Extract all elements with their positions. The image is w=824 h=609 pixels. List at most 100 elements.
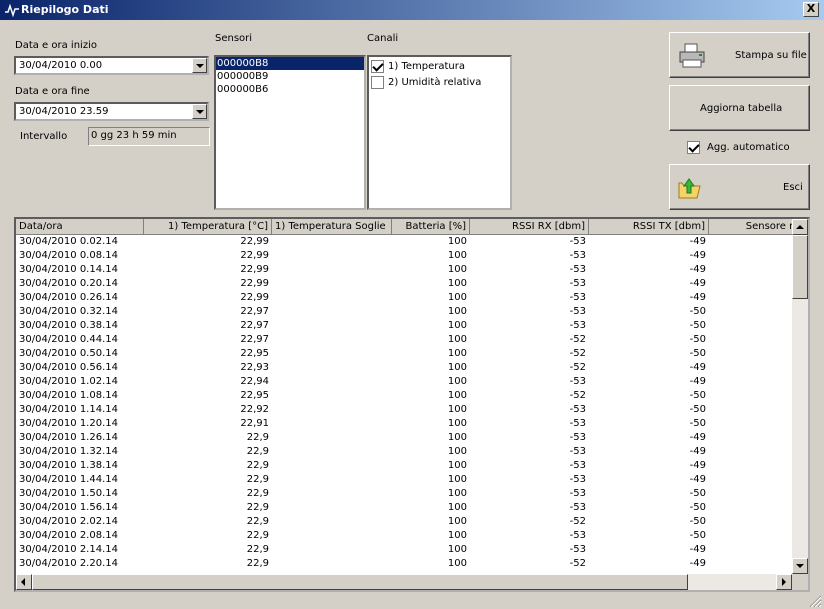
resize-grip-icon[interactable] <box>808 594 822 607</box>
start-date-dropdown-icon[interactable] <box>192 58 207 73</box>
auto-update-checkbox[interactable]: Agg. automatico <box>687 139 790 155</box>
cell-sensor <box>709 389 792 403</box>
cell-datetime: 30/04/2010 1.56.14 <box>19 502 118 513</box>
cell-battery: 100 <box>447 362 467 373</box>
table-row[interactable]: 30/04/2010 1.02.14 22,94 100 -53 -49 <box>16 375 792 389</box>
cell-battery: 100 <box>447 376 467 387</box>
cell-temperature: 22,95 <box>240 348 269 359</box>
scroll-right-icon[interactable] <box>776 574 792 590</box>
cell-battery: 100 <box>447 320 467 331</box>
cell-datetime: 30/04/2010 1.20.14 <box>19 418 118 429</box>
cell-rssi-tx: -49 <box>689 278 706 289</box>
cell-rssi-rx: -53 <box>569 320 586 331</box>
table-row[interactable]: 30/04/2010 1.38.14 22,9 100 -53 -49 <box>16 459 792 473</box>
sensor-item[interactable]: 000000B8 <box>216 57 364 70</box>
column-header[interactable]: Sensore ma <box>709 219 792 235</box>
end-date-combo[interactable]: 30/04/2010 23.59 <box>14 102 209 121</box>
sensors-listbox[interactable]: 000000B8 000000B9 000000B6 <box>214 55 366 210</box>
start-date-combo[interactable]: 30/04/2010 0.00 <box>14 56 209 75</box>
sensor-item[interactable]: 000000B6 <box>216 83 364 96</box>
cell-threshold <box>272 403 392 417</box>
cell-battery: 100 <box>447 306 467 317</box>
cell-rssi-rx: -53 <box>569 530 586 541</box>
cell-datetime: 30/04/2010 1.32.14 <box>19 446 118 457</box>
cell-temperature: 22,92 <box>240 404 269 415</box>
cell-threshold <box>272 543 392 557</box>
cell-temperature: 22,9 <box>246 502 269 513</box>
exit-button-label: Esci <box>783 182 803 193</box>
cell-datetime: 30/04/2010 0.44.14 <box>19 334 118 345</box>
cell-datetime: 30/04/2010 2.08.14 <box>19 530 118 541</box>
table-row[interactable]: 30/04/2010 2.14.14 22,9 100 -53 -49 <box>16 543 792 557</box>
cell-threshold <box>272 277 392 291</box>
column-header[interactable]: RSSI TX [dbm] <box>589 219 709 235</box>
cell-temperature: 22,9 <box>246 432 269 443</box>
cell-rssi-tx: -50 <box>689 306 706 317</box>
refresh-table-button[interactable]: Aggiorna tabella <box>669 85 810 131</box>
scroll-down-icon[interactable] <box>792 558 808 574</box>
vertical-scrollbar[interactable] <box>792 219 808 574</box>
column-header[interactable]: RSSI RX [dbm] <box>470 219 589 235</box>
cell-sensor <box>709 347 792 361</box>
cell-sensor <box>709 291 792 305</box>
cell-sensor <box>709 529 792 543</box>
table-row[interactable]: 30/04/2010 0.50.14 22,95 100 -52 -50 <box>16 347 792 361</box>
table-row[interactable]: 30/04/2010 0.26.14 22,99 100 -53 -49 <box>16 291 792 305</box>
close-button[interactable]: X <box>803 2 819 17</box>
checkbox-icon[interactable] <box>371 59 384 73</box>
table-row[interactable]: 30/04/2010 0.02.14 22,99 100 -53 -49 <box>16 235 792 249</box>
table-row[interactable]: 30/04/2010 1.32.14 22,9 100 -53 -49 <box>16 445 792 459</box>
horizontal-scrollbar[interactable] <box>16 574 792 590</box>
cell-datetime: 30/04/2010 0.32.14 <box>19 306 118 317</box>
table-row[interactable]: 30/04/2010 2.02.14 22,9 100 -52 -50 <box>16 515 792 529</box>
cell-temperature: 22,95 <box>240 390 269 401</box>
exit-folder-icon <box>678 178 701 199</box>
print-to-file-button[interactable]: Stampa su file <box>669 32 810 78</box>
channel-item-temperatura[interactable]: 1) Temperatura <box>371 58 510 74</box>
scroll-left-icon[interactable] <box>16 574 32 590</box>
column-header[interactable]: Data/ora <box>16 219 144 235</box>
table-row[interactable]: 30/04/2010 0.32.14 22,97 100 -53 -50 <box>16 305 792 319</box>
table-body: Data/ora 1) Temperatura [°C] 1) Temperat… <box>16 219 792 574</box>
table-row[interactable]: 30/04/2010 0.38.14 22,97 100 -53 -50 <box>16 319 792 333</box>
cell-sensor <box>709 445 792 459</box>
table-row[interactable]: 30/04/2010 0.20.14 22,99 100 -53 -49 <box>16 277 792 291</box>
table-row[interactable]: 30/04/2010 0.44.14 22,97 100 -52 -50 <box>16 333 792 347</box>
table-row[interactable]: 30/04/2010 0.56.14 22,93 100 -52 -49 <box>16 361 792 375</box>
data-table[interactable]: Data/ora 1) Temperatura [°C] 1) Temperat… <box>14 217 810 592</box>
cell-sensor <box>709 263 792 277</box>
checkbox-icon[interactable] <box>687 140 700 154</box>
cell-datetime: 30/04/2010 1.14.14 <box>19 404 118 415</box>
column-header[interactable]: 1) Temperatura [°C] <box>144 219 272 235</box>
column-header[interactable]: 1) Temperatura Soglie <box>272 219 392 235</box>
table-row[interactable]: 30/04/2010 1.20.14 22,91 100 -53 -50 <box>16 417 792 431</box>
cell-rssi-tx: -49 <box>689 362 706 373</box>
cell-temperature: 22,9 <box>246 460 269 471</box>
cell-rssi-tx: -50 <box>689 320 706 331</box>
column-header[interactable]: Batteria [%] <box>392 219 470 235</box>
end-date-dropdown-icon[interactable] <box>192 104 207 119</box>
table-row[interactable]: 30/04/2010 1.26.14 22,9 100 -53 -49 <box>16 431 792 445</box>
cell-sensor <box>709 403 792 417</box>
cell-rssi-rx: -52 <box>569 362 586 373</box>
table-row[interactable]: 30/04/2010 1.50.14 22,9 100 -53 -50 <box>16 487 792 501</box>
table-row[interactable]: 30/04/2010 1.56.14 22,9 100 -53 -50 <box>16 501 792 515</box>
table-row[interactable]: 30/04/2010 0.08.14 22,99 100 -53 -49 <box>16 249 792 263</box>
cell-sensor <box>709 249 792 263</box>
table-row[interactable]: 30/04/2010 2.08.14 22,9 100 -53 -50 <box>16 529 792 543</box>
table-row[interactable]: 30/04/2010 0.14.14 22,99 100 -53 -49 <box>16 263 792 277</box>
channel-item-umidita[interactable]: 2) Umidità relativa <box>371 74 510 90</box>
cell-datetime: 30/04/2010 0.02.14 <box>19 236 118 247</box>
table-row[interactable]: 30/04/2010 1.14.14 22,92 100 -53 -50 <box>16 403 792 417</box>
checkbox-icon[interactable] <box>371 75 384 89</box>
table-row[interactable]: 30/04/2010 1.08.14 22,95 100 -52 -50 <box>16 389 792 403</box>
cell-sensor <box>709 473 792 487</box>
exit-button[interactable]: Esci <box>669 164 810 210</box>
sensor-item[interactable]: 000000B9 <box>216 70 364 83</box>
horizontal-scroll-thumb[interactable] <box>32 574 688 590</box>
cell-datetime: 30/04/2010 1.44.14 <box>19 474 118 485</box>
vertical-scroll-thumb[interactable] <box>792 235 808 299</box>
table-row[interactable]: 30/04/2010 1.44.14 22,9 100 -53 -49 <box>16 473 792 487</box>
table-row[interactable]: 30/04/2010 2.20.14 22,9 100 -52 -49 <box>16 557 792 571</box>
scroll-up-icon[interactable] <box>792 219 808 235</box>
